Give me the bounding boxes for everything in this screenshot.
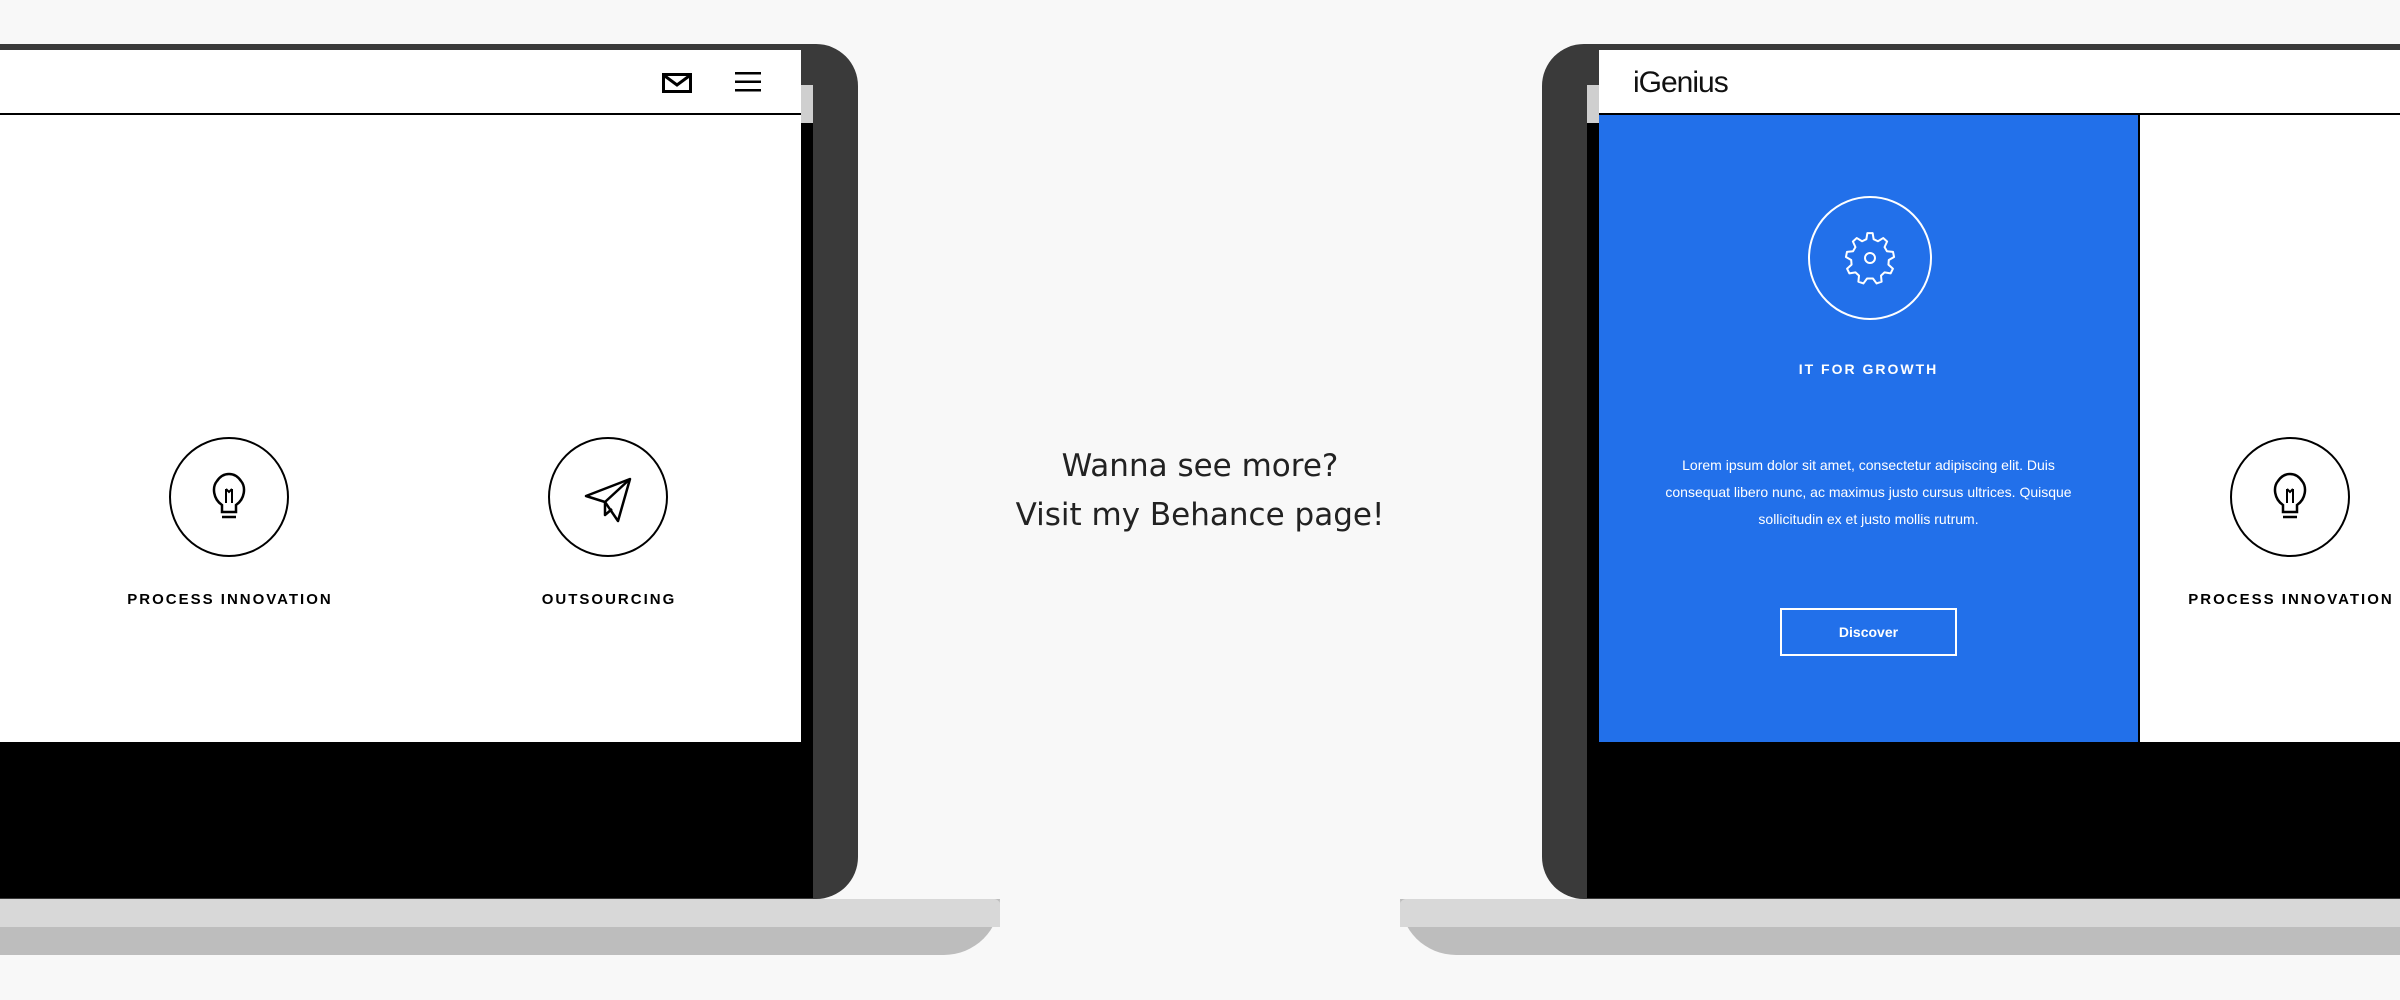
right-site-content: IT FOR GROWTH Lorem ipsum dolor sit amet… [1599,115,2400,742]
right-laptop-base [1400,899,2400,955]
left-laptop-base [0,899,1000,955]
igenius-logo[interactable]: iGenius [1633,66,1729,100]
lightbulb-icon [2230,437,2350,557]
feature-panel-it-for-growth: IT FOR GROWTH Lorem ipsum dolor sit amet… [1599,115,2138,742]
left-laptop-base-edge [0,899,1000,927]
right-site-header: iGenius [1599,50,2400,115]
left-site-header [0,50,801,115]
gear-icon [1808,196,1932,320]
mail-icon[interactable] [662,73,692,98]
cta-line-1: Wanna see more? [1061,448,1339,484]
service-label-process-innovation-right: PROCESS INNOVATION [2188,591,2394,608]
cta-line-2[interactable]: Visit my Behance page! [970,497,1430,533]
right-laptop-base-edge [1400,899,2400,927]
panel-divider [2138,115,2140,742]
service-label-outsourcing: OUTSOURCING [541,591,677,608]
feature-title: IT FOR GROWTH [1798,361,1939,377]
hamburger-menu-icon[interactable] [735,71,761,98]
lightbulb-icon [169,437,289,557]
discover-button[interactable]: Discover [1780,608,1957,656]
service-label-process-innovation: PROCESS INNOVATION [127,591,333,608]
left-site-content: PROCESS INNOVATION OUTSOURCING [0,115,801,742]
feature-description: Lorem ipsum dolor sit amet, consectetur … [1665,457,2072,527]
paper-plane-icon [548,437,668,557]
